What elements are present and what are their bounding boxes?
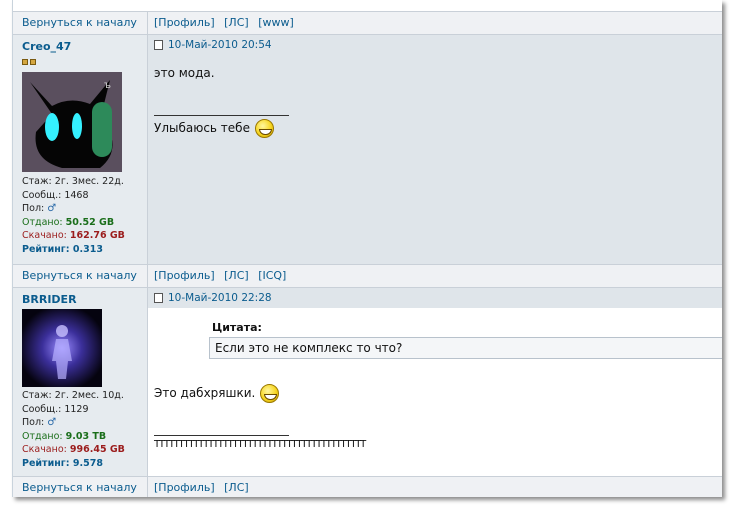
profile-link[interactable]: [Профиль] [154, 269, 215, 282]
smile-icon [254, 119, 274, 138]
gender-label: Пол: [22, 203, 45, 214]
post-footer-links: [Профиль] [ЛС] [ICQ] [154, 269, 292, 282]
posts-count-value: 1468 [64, 189, 89, 201]
tenure-value: 2г. 3мес. 22д. [54, 176, 124, 187]
post-content: 10-Май-2010 22:28 Цитата: Если это не ко… [148, 288, 722, 476]
rating-value: 0.313 [72, 243, 103, 255]
forum-thread: Вернуться к началу [Профиль] [ЛС] [www] … [12, 0, 722, 497]
rating-label: Рейтинг: [22, 457, 70, 469]
avatar: ъ [22, 72, 122, 172]
back-to-top-link[interactable]: Вернуться к началу [22, 16, 137, 29]
rank-icon [22, 59, 36, 65]
post-footer-left: Вернуться к началу [13, 477, 148, 497]
male-icon: ♂ [47, 203, 57, 214]
post-header: 10-Май-2010 20:54 [154, 39, 722, 57]
post-footer-links: [Профиль] [ЛС] [www] [154, 16, 300, 29]
avatar [22, 309, 102, 387]
post-date[interactable]: 10-Май-2010 20:54 [168, 39, 272, 51]
pm-link[interactable]: [ЛС] [224, 16, 249, 29]
post: Creo_47 ъ Стаж: 2г. 3мес. 22д. Сообщ.: 1… [13, 35, 722, 265]
signature-divider [154, 435, 289, 436]
uploaded-label: Отдано: [22, 430, 63, 442]
post-footer-row: Вернуться к началу [Профиль] [ЛС] [www] [13, 11, 722, 35]
icq-link[interactable]: [ICQ] [258, 269, 286, 282]
post-date[interactable]: 10-Май-2010 22:28 [168, 292, 272, 304]
downloaded-label: Скачано: [22, 230, 67, 241]
post-footer-left: Вернуться к началу [13, 12, 148, 34]
quote-title: Цитата: [212, 321, 262, 334]
downloaded-value: 162.76 GB [69, 230, 125, 241]
back-to-top-link[interactable]: Вернуться к началу [22, 481, 137, 494]
tenure-value: 2г. 2мес. 10д. [54, 390, 124, 401]
uploaded-value: 50.52 GB [65, 216, 115, 228]
author-name[interactable]: BRRIDER [22, 293, 77, 306]
signature-text: Улыбаюсь тебе [154, 121, 250, 135]
signature: ТТТТТТТТТТТТТТТТТТТТТТТТТТТТТТТТТТТТТТТТ… [154, 439, 366, 450]
post-author-panel: Creo_47 ъ Стаж: 2г. 3мес. 22д. Сообщ.: 1… [13, 35, 148, 264]
post-footer-row: Вернуться к началу [Профиль] [ЛС] [13, 476, 722, 497]
downloaded-label: Скачано: [22, 444, 67, 455]
post-text: Это дабхряшки. [154, 384, 722, 403]
back-to-top-link[interactable]: Вернуться к началу [22, 269, 137, 282]
pm-link[interactable]: [ЛС] [224, 269, 249, 282]
tenure-label: Стаж: [22, 176, 52, 187]
posts-count-label: Сообщ.: [22, 189, 62, 201]
post-content: 10-Май-2010 20:54 это мода. Улыбаюсь теб… [148, 35, 722, 264]
author-stats: Стаж: 2г. 2мес. 10д. Сообщ.: 1129 Пол: ♂… [22, 389, 125, 470]
rating-label: Рейтинг: [22, 243, 70, 255]
profile-link[interactable]: [Профиль] [154, 481, 215, 494]
post-footer-links: [Профиль] [ЛС] [154, 481, 255, 494]
smile-icon [260, 384, 280, 403]
post-text-content: Это дабхряшки. [154, 386, 256, 400]
signature-divider [154, 115, 289, 116]
author-name[interactable]: Creo_47 [22, 40, 71, 53]
post-text: это мода. [154, 66, 215, 80]
tenure-label: Стаж: [22, 390, 52, 401]
pm-link[interactable]: [ЛС] [224, 481, 249, 494]
rating-value: 9.578 [72, 457, 103, 469]
post-footer-row: Вернуться к началу [Профиль] [ЛС] [ICQ] [13, 264, 722, 288]
downloaded-value: 996.45 GB [69, 444, 125, 455]
post-link-icon[interactable] [154, 293, 163, 303]
author-stats: Стаж: 2г. 3мес. 22д. Сообщ.: 1468 Пол: ♂… [22, 175, 125, 256]
posts-count-value: 1129 [64, 403, 89, 415]
post: BRRIDER Стаж: 2г. 2мес. 10д. Сообщ.: 112… [13, 288, 722, 477]
gender-label: Пол: [22, 417, 45, 428]
uploaded-value: 9.03 TB [65, 430, 107, 442]
www-link[interactable]: [www] [258, 16, 294, 29]
post-link-icon[interactable] [154, 40, 163, 50]
male-icon: ♂ [47, 417, 57, 428]
svg-text:ъ: ъ [104, 80, 111, 91]
quote-box: Если это не комплекс то что? [209, 337, 722, 359]
profile-link[interactable]: [Профиль] [154, 16, 215, 29]
post-header: 10-Май-2010 22:28 [148, 288, 722, 308]
signature: Улыбаюсь тебе [154, 119, 722, 138]
post-footer-left: Вернуться к началу [13, 265, 148, 287]
post-author-panel: BRRIDER Стаж: 2г. 2мес. 10д. Сообщ.: 112… [13, 288, 148, 476]
posts-count-label: Сообщ.: [22, 403, 62, 415]
uploaded-label: Отдано: [22, 216, 63, 228]
